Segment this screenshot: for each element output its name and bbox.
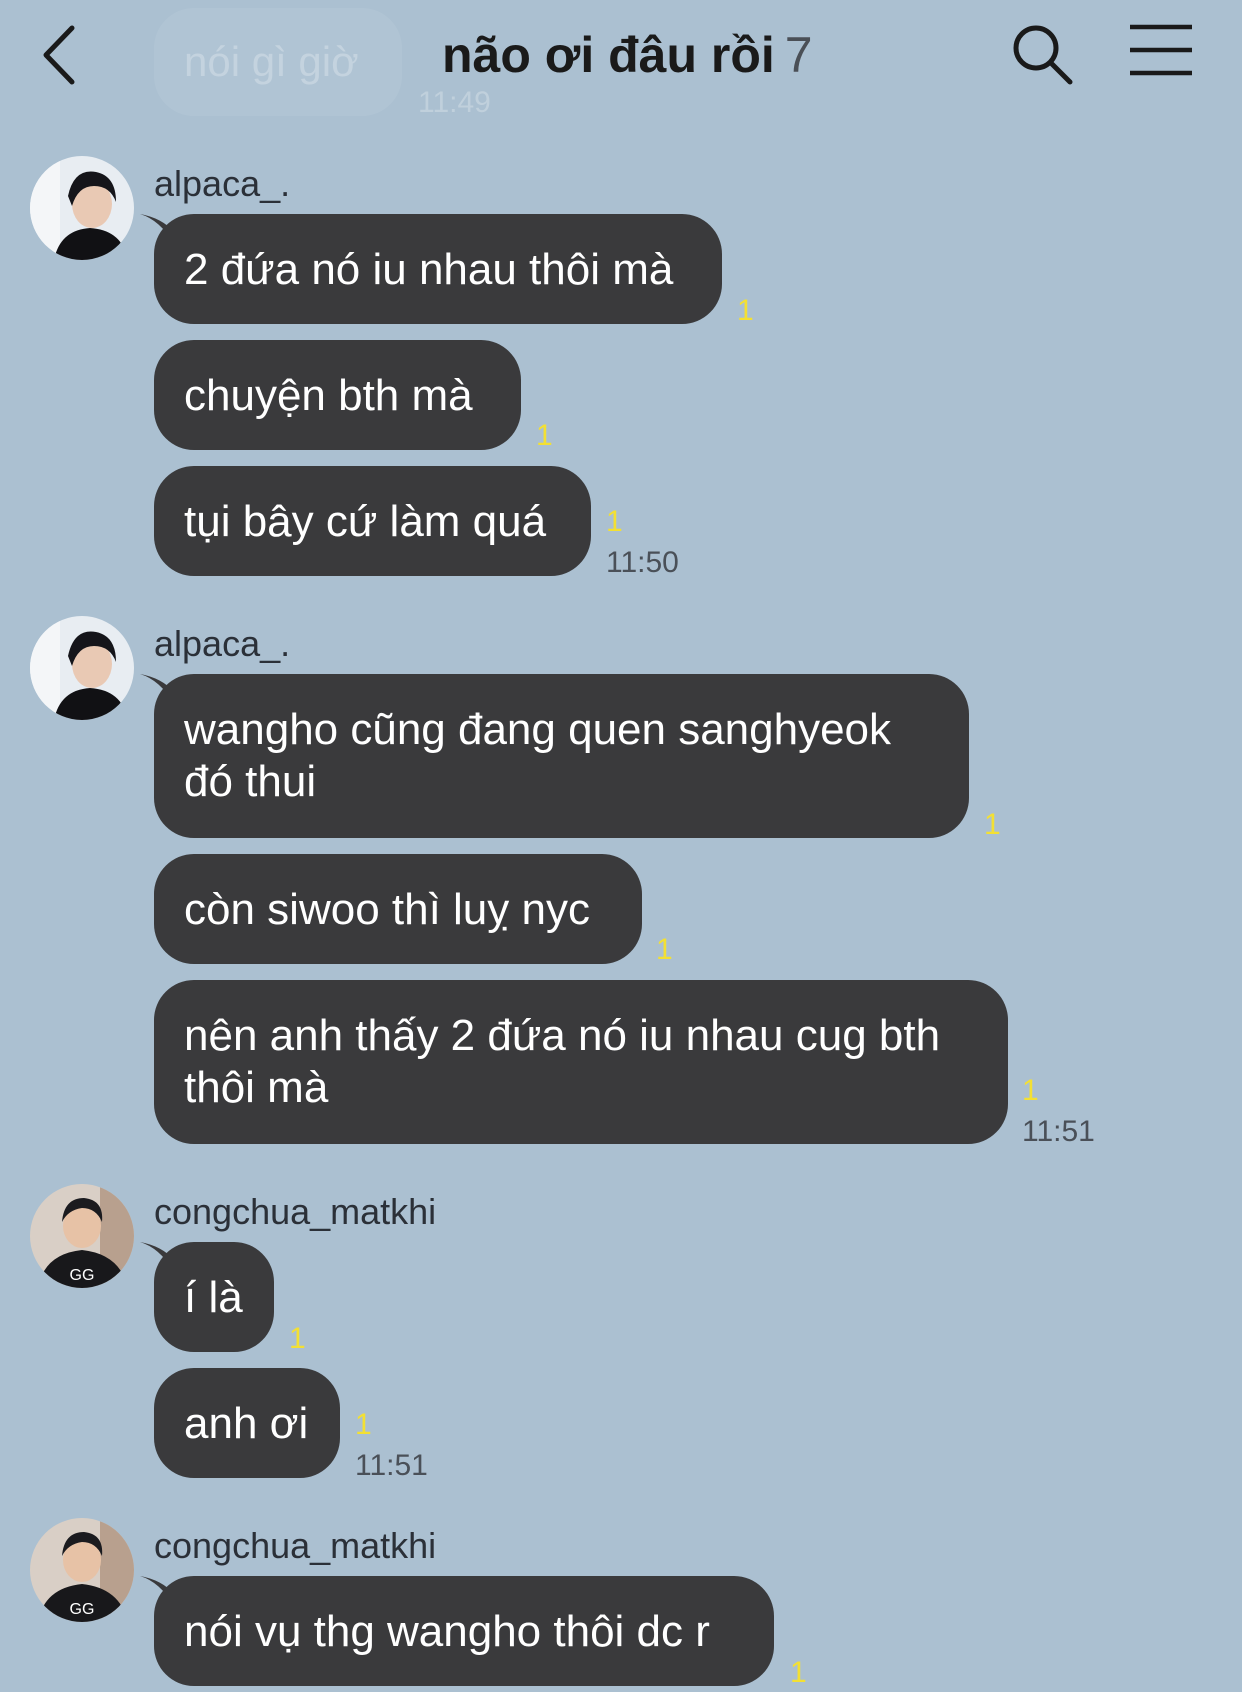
previous-message-time: 11:49 bbox=[418, 86, 491, 119]
sender-name: congchua_matkhi bbox=[154, 1191, 437, 1232]
unread-count: 1 bbox=[656, 933, 673, 966]
message-bubble[interactable]: 2 đứa nó iu nhau thôi mà bbox=[154, 214, 722, 324]
unread-count: 1 bbox=[355, 1408, 372, 1441]
avatar-congchua[interactable]: GG bbox=[30, 1184, 134, 1288]
unread-count: 1 bbox=[984, 808, 1001, 841]
unread-count: 1 bbox=[289, 1322, 306, 1355]
svg-text:GG: GG bbox=[70, 1267, 95, 1284]
menu-button[interactable] bbox=[1128, 22, 1194, 78]
message-bubble[interactable]: nên anh thấy 2 đứa nó iu nhau cug bth th… bbox=[154, 980, 1008, 1144]
message-bubble[interactable]: tụi bây cứ làm quá bbox=[154, 466, 591, 576]
sender-name: alpaca_. bbox=[154, 163, 291, 204]
profile-photo-icon bbox=[30, 616, 134, 720]
sender-name: alpaca_. bbox=[154, 623, 291, 664]
avatar-alpaca[interactable] bbox=[30, 616, 134, 720]
chat-header: nói gì giờ 11:49 não ơi đâu rồi 7 bbox=[0, 0, 1242, 119]
profile-photo-icon: GG bbox=[30, 1184, 134, 1288]
chevron-left-icon bbox=[43, 25, 75, 85]
unread-count: 1 bbox=[737, 294, 754, 327]
profile-photo-icon bbox=[30, 156, 134, 260]
hamburger-menu-icon bbox=[1130, 24, 1192, 76]
search-button[interactable] bbox=[1008, 20, 1076, 88]
back-button[interactable] bbox=[34, 20, 94, 90]
unread-count: 1 bbox=[1022, 1074, 1039, 1107]
message-bubble[interactable]: nói vụ thg wangho thôi dc r bbox=[154, 1576, 774, 1686]
unread-count: 1 bbox=[790, 1656, 807, 1689]
message-time: 11:51 bbox=[1022, 1115, 1095, 1148]
chat-screen: nói gì giờ 11:49 não ơi đâu rồi 7 alpaca… bbox=[0, 0, 1242, 1692]
avatar-alpaca[interactable] bbox=[30, 156, 134, 260]
previous-message-bubble: nói gì giờ bbox=[154, 8, 402, 116]
unread-count: 1 bbox=[606, 505, 623, 538]
message-bubble[interactable]: í là bbox=[154, 1242, 274, 1352]
message-bubble[interactable]: wangho cũng đang quen sanghyeok đó thui bbox=[154, 674, 969, 838]
svg-text:GG: GG bbox=[70, 1601, 95, 1618]
message-bubble[interactable]: còn siwoo thì luỵ nyc bbox=[154, 854, 642, 964]
message-bubble[interactable]: chuyện bth mà bbox=[154, 340, 521, 450]
member-count: 7 bbox=[784, 27, 813, 83]
message-bubble[interactable]: anh ơi bbox=[154, 1368, 340, 1478]
unread-count: 1 bbox=[536, 419, 553, 452]
chat-title: não ơi đâu rồi 7 bbox=[442, 20, 813, 90]
profile-photo-icon: GG bbox=[30, 1518, 134, 1622]
sender-name: congchua_matkhi bbox=[154, 1525, 437, 1566]
chat-name: não ơi đâu rồi bbox=[442, 27, 775, 83]
search-icon bbox=[1013, 25, 1073, 85]
avatar-congchua[interactable]: GG bbox=[30, 1518, 134, 1622]
message-time: 11:50 bbox=[606, 546, 679, 579]
message-time: 11:51 bbox=[355, 1449, 428, 1482]
